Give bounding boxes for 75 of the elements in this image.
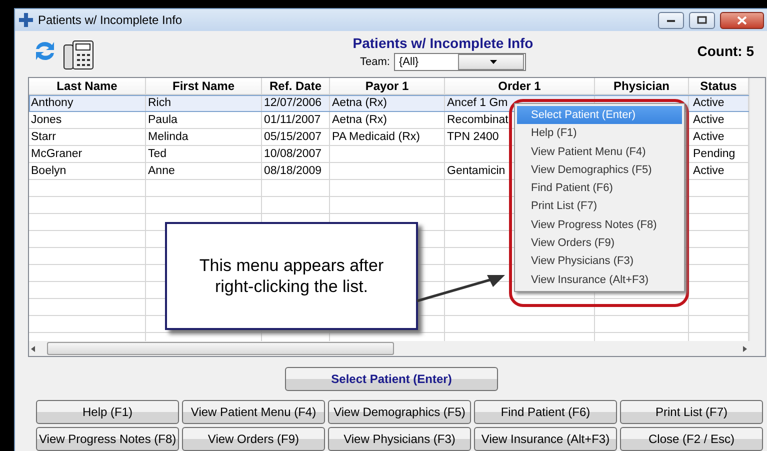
menu-item[interactable]: Find Patient (F6)	[517, 179, 682, 198]
table-cell: PA Medicaid (Rx)	[332, 131, 420, 143]
select-patient-button[interactable]: Select Patient (Enter)	[285, 367, 498, 391]
column-header[interactable]: Payor 1	[330, 78, 445, 95]
column-header[interactable]: Physician	[595, 78, 689, 95]
action-button[interactable]: View Demographics (F5)	[328, 400, 471, 424]
table-cell: Aetna (Rx)	[332, 97, 387, 109]
action-button[interactable]: Close (F2 / Esc)	[620, 427, 763, 451]
column-header[interactable]: Last Name	[29, 78, 146, 95]
menu-item[interactable]: View Demographics (F5)	[517, 160, 682, 180]
table-cell: Melinda	[148, 131, 188, 143]
table-cell: Active	[693, 97, 724, 109]
count-label: Count: 5	[697, 42, 754, 59]
table-cell: 01/11/2007	[264, 114, 321, 126]
table-cell: Ancef 1 Gm	[447, 97, 508, 109]
menu-item[interactable]: View Physicians (F3)	[517, 252, 682, 271]
table-cell: Active	[693, 131, 724, 143]
table-cell: Anthony	[31, 97, 74, 109]
table-cell: McGraner	[31, 148, 82, 160]
table-cell: TPN 2400	[447, 131, 499, 143]
action-button[interactable]: Find Patient (F6)	[474, 400, 617, 424]
action-button[interactable]: Help (F1)	[36, 400, 179, 424]
horizontal-scrollbar[interactable]	[29, 341, 765, 356]
window-title: Patients w/ Incomplete Info	[38, 13, 184, 27]
column-header[interactable]: Status	[689, 78, 749, 95]
menu-item[interactable]: View Orders (F9)	[517, 234, 682, 252]
column-header[interactable]: First Name	[146, 78, 262, 95]
table-cell: Gentamicin	[447, 165, 506, 177]
menu-item[interactable]: View Insurance (Alt+F3)	[517, 270, 682, 289]
scroll-right-icon[interactable]	[741, 344, 749, 352]
action-button[interactable]: View Progress Notes (F8)	[36, 427, 179, 451]
table-cell: Paula	[148, 114, 178, 126]
menu-item[interactable]: View Patient Menu (F4)	[517, 142, 682, 161]
list-title: Patients w/ Incomplete Info	[352, 35, 534, 51]
maximize-button[interactable]	[689, 12, 715, 28]
table-cell: Rich	[148, 97, 172, 109]
action-button[interactable]: View Physicians (F3)	[328, 427, 471, 451]
table-cell: Ted	[148, 148, 167, 160]
menu-item[interactable]: Print List (F7)	[517, 197, 682, 216]
caret-icon	[490, 60, 497, 64]
table-cell: Pending	[693, 148, 736, 160]
team-label: Team:	[360, 56, 390, 68]
table-cell: 10/08/2007	[264, 148, 322, 160]
action-button[interactable]: View Insurance (Alt+F3)	[474, 427, 617, 451]
app-icon	[19, 13, 33, 27]
scroll-thumb[interactable]	[47, 342, 394, 355]
table-cell: Anne	[148, 165, 175, 177]
table-cell: 08/18/2009	[264, 165, 322, 177]
table-cell: Jones	[31, 114, 62, 126]
table-cell: Starr	[31, 131, 56, 143]
column-header[interactable]: Ref. Date	[262, 78, 330, 95]
menu-item[interactable]: Help (F1)	[517, 124, 682, 143]
column-header[interactable]: Order 1	[445, 78, 595, 95]
action-button[interactable]: View Orders (F9)	[182, 427, 325, 451]
table-cell: Aetna (Rx)	[332, 114, 387, 126]
action-button[interactable]: View Patient Menu (F4)	[182, 400, 325, 424]
action-button[interactable]: Print List (F7)	[620, 400, 763, 424]
callout-text: This menu appears after right-clicking the list.	[165, 222, 418, 330]
minimize-icon	[666, 17, 676, 23]
maximize-icon	[697, 16, 707, 24]
table-cell: 05/15/2007	[264, 131, 322, 143]
close-icon	[737, 16, 747, 24]
scroll-left-icon[interactable]	[29, 344, 37, 352]
table-cell: 12/07/2006	[264, 97, 322, 109]
refresh-icon[interactable]	[33, 39, 57, 63]
team-dropdown[interactable]: {All}	[394, 53, 526, 71]
table-cell: Active	[693, 114, 724, 126]
close-button[interactable]	[720, 12, 764, 28]
menu-item[interactable]: View Progress Notes (F8)	[517, 216, 682, 234]
table-cell: Recombinat	[447, 114, 508, 126]
vertical-scrollbar[interactable]	[749, 78, 765, 341]
table-cell: Active	[693, 165, 724, 177]
table-cell: Boelyn	[31, 165, 66, 177]
fax-machine-icon[interactable]	[63, 39, 95, 71]
minimize-button[interactable]	[658, 12, 684, 28]
